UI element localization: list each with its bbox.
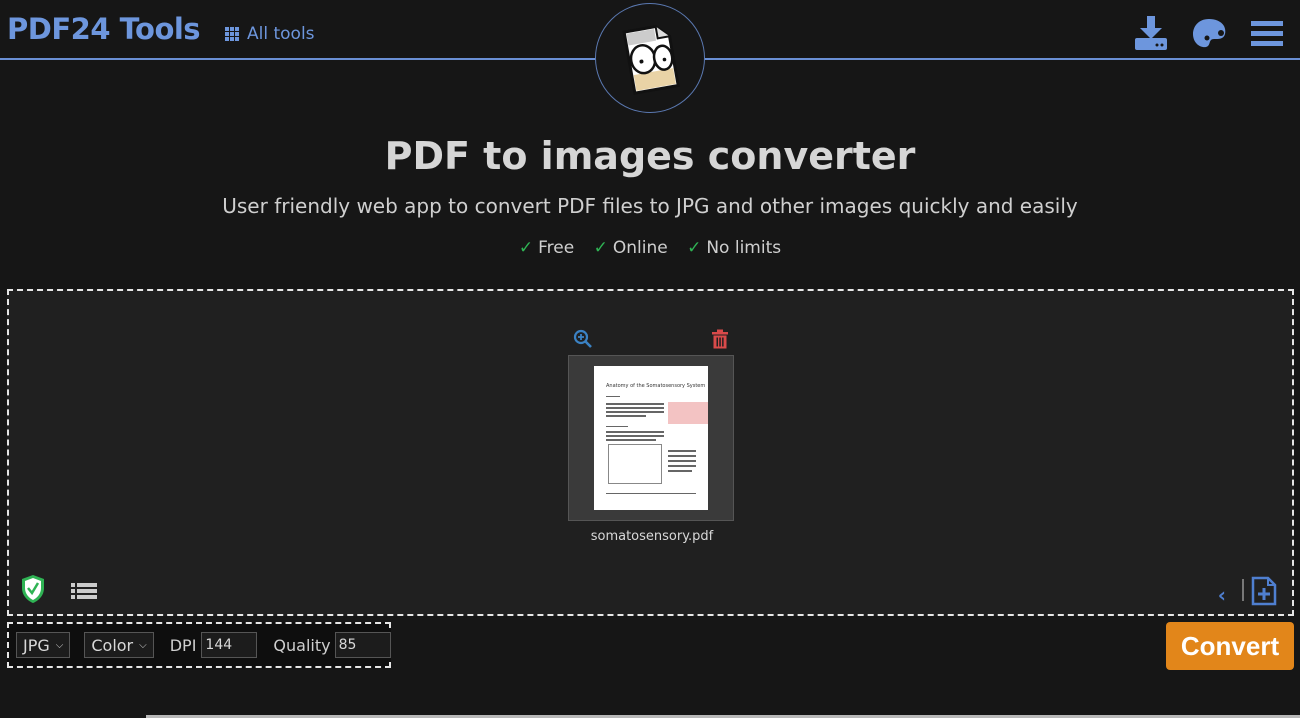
trash-icon[interactable]: [711, 329, 729, 349]
all-tools-link[interactable]: All tools: [225, 24, 315, 44]
feature-list: ✓ Free ✓ Online ✓ No limits: [0, 238, 1300, 258]
feature-no-limits: ✓ No limits: [687, 238, 782, 258]
file-name: somatosensory.pdf: [590, 529, 714, 544]
file-card: Anatomy of the Somatosensory System soma…: [568, 327, 736, 544]
check-icon: ✓: [593, 238, 608, 258]
pdf-thumbnail[interactable]: Anatomy of the Somatosensory System: [568, 355, 734, 521]
pdf-page-preview: Anatomy of the Somatosensory System: [594, 366, 708, 510]
chevron-left-icon[interactable]: ‹: [1218, 583, 1226, 607]
list-view-icon[interactable]: [71, 583, 97, 599]
download-icon[interactable]: [1132, 14, 1170, 52]
file-dropzone[interactable]: Anatomy of the Somatosensory System soma…: [7, 289, 1294, 616]
check-icon: ✓: [687, 238, 702, 258]
add-file-icon[interactable]: [1251, 576, 1277, 606]
page-title: PDF to images converter: [384, 134, 916, 178]
dpi-input[interactable]: [201, 632, 258, 658]
feature-online: ✓ Online: [593, 238, 668, 258]
all-tools-label: All tools: [247, 24, 315, 44]
quality-label: Quality: [273, 635, 331, 655]
chevron-down-icon: ⌵: [55, 639, 64, 651]
mascot-logo: [595, 3, 705, 113]
zoom-in-icon[interactable]: [573, 329, 593, 349]
dpi-label: DPI: [169, 635, 197, 655]
brand-logo[interactable]: PDF24 Tools: [7, 12, 201, 46]
color-mode-select[interactable]: Color ⌵: [84, 632, 154, 658]
chevron-down-icon: ⌵: [139, 639, 147, 651]
check-icon: ✓: [518, 238, 534, 258]
feature-free: ✓ Free: [518, 238, 575, 258]
shield-check-icon[interactable]: [21, 574, 45, 604]
page-subtitle: User friendly web app to convert PDF fil…: [222, 194, 1078, 218]
pdf-page-title: Anatomy of the Somatosensory System: [606, 383, 706, 389]
palette-icon[interactable]: [1190, 14, 1228, 52]
menu-icon[interactable]: [1248, 14, 1286, 52]
format-select[interactable]: JPG ⌵: [16, 632, 71, 658]
pdf-mascot-icon: [622, 24, 680, 95]
conversion-options: JPG ⌵ Color ⌵ DPI Quality: [7, 622, 391, 668]
toolbar-divider: [1242, 579, 1244, 601]
grid-icon: [225, 27, 239, 41]
quality-input[interactable]: [334, 632, 391, 658]
convert-button[interactable]: Convert: [1166, 622, 1294, 670]
